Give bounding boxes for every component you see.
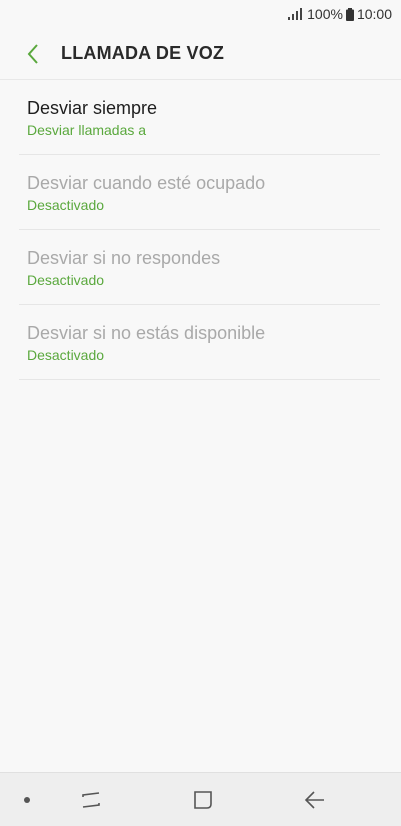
item-title: Desviar siempre [27, 98, 158, 118]
battery-percent: 100% [307, 6, 343, 22]
back-button[interactable] [13, 34, 53, 74]
item-subtitle: Desviar llamadas a [27, 122, 147, 138]
list-item-desviar-ocupado[interactable]: Desviar cuando esté ocupado Desactivado [0, 155, 401, 230]
item-subtitle: Desactivado [27, 347, 105, 363]
recents-icon[interactable] [79, 788, 103, 812]
back-arrow-icon[interactable] [303, 788, 327, 812]
list-item-desviar-no-disponible[interactable]: Desviar si no estás disponible Desactiva… [0, 305, 401, 380]
list-item-desviar-no-responde[interactable]: Desviar si no respondes Desactivado [0, 230, 401, 305]
item-title: Desviar si no estás disponible [27, 323, 266, 343]
forwarding-options-list: Desviar siempre Desviar llamadas a Desvi… [0, 80, 401, 380]
item-subtitle: Desactivado [27, 197, 105, 213]
item-subtitle: Desactivado [27, 272, 105, 288]
signal-icon [288, 8, 303, 20]
list-item-desviar-siempre[interactable]: Desviar siempre Desviar llamadas a [0, 80, 401, 155]
chevron-left-icon [27, 43, 38, 64]
battery-icon [345, 7, 354, 21]
status-time: 10:00 [356, 6, 392, 22]
home-icon[interactable] [191, 788, 215, 812]
page-title: LLAMADA DE VOZ [61, 43, 225, 63]
item-title: Desviar cuando esté ocupado [27, 173, 266, 193]
header: LLAMADA DE VOZ [0, 28, 401, 80]
item-title: Desviar si no respondes [27, 248, 221, 268]
status-bar: 100% 10:00 [0, 0, 401, 28]
navigation-bar [0, 772, 401, 826]
nav-indicator-dot [24, 797, 30, 803]
